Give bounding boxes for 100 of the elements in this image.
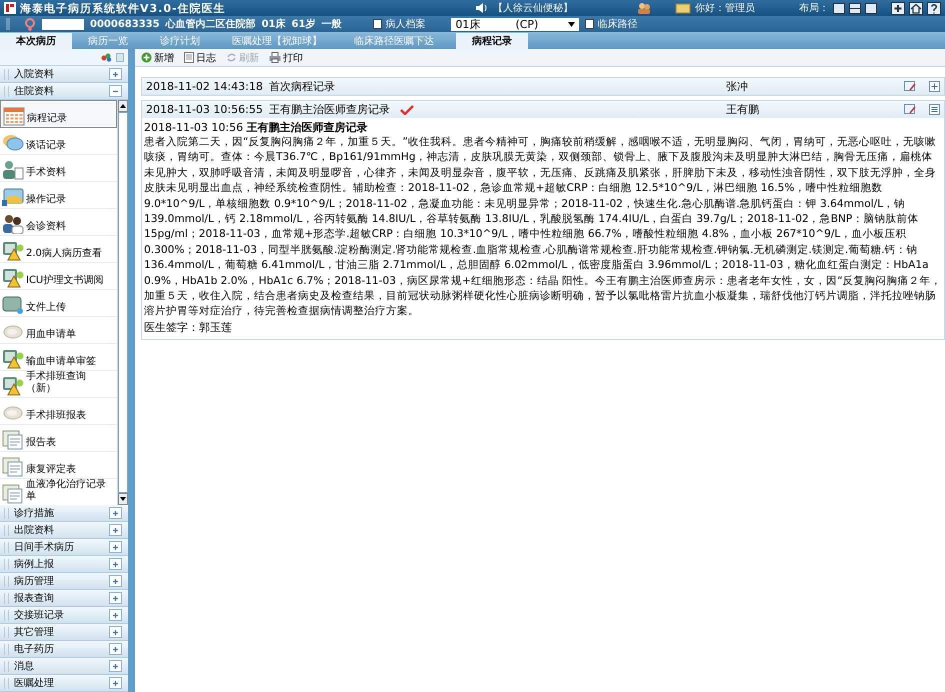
speaker-icon xyxy=(475,2,489,14)
expand-button[interactable] xyxy=(109,524,122,536)
record-doctor: 张冲 xyxy=(726,79,749,94)
section-header[interactable]: 其它管理 xyxy=(0,624,128,641)
nav-item[interactable]: 报告表 xyxy=(0,425,117,452)
nav-item[interactable]: 病程记录 xyxy=(0,100,117,128)
edit-icon[interactable] xyxy=(904,104,917,115)
expand-button[interactable] xyxy=(109,609,122,621)
home-icon[interactable] xyxy=(909,2,923,14)
section-header[interactable]: 日间手术病历 xyxy=(0,539,128,556)
collapse-icon[interactable] xyxy=(929,104,940,115)
section-header[interactable]: 电子药历 xyxy=(0,641,128,658)
folder-icon xyxy=(2,187,24,207)
expand-icon[interactable] xyxy=(929,81,940,92)
pathway-button[interactable]: 临床路径 xyxy=(585,17,638,31)
collapse-button[interactable] xyxy=(109,85,122,97)
section-header[interactable]: 出院资料 xyxy=(0,522,128,539)
plus-icon xyxy=(112,526,119,534)
users-icon xyxy=(637,2,651,14)
nav-item[interactable]: 手术资料 xyxy=(0,155,117,182)
patient-department: 心血管内二区住院部 xyxy=(166,17,256,31)
expand-button[interactable] xyxy=(109,575,122,587)
app-title: 海泰电子病历系统软件V3.0-住院医生 xyxy=(20,0,226,16)
nav-item[interactable]: 手术排班查询（新） xyxy=(0,371,117,398)
caret-icon xyxy=(568,22,576,26)
settings-icon[interactable] xyxy=(101,52,112,62)
medicine-kit-icon xyxy=(2,349,24,369)
section-header[interactable]: 交接班记录 xyxy=(0,607,128,624)
medical-kit-icon[interactable] xyxy=(891,2,905,14)
section-header[interactable]: 诊疗措施 xyxy=(0,505,128,522)
tab[interactable]: 病程记录 xyxy=(456,33,528,49)
layout-single-icon[interactable] xyxy=(833,2,845,14)
printer-icon xyxy=(269,52,281,63)
plus-icon xyxy=(112,646,119,652)
edit-icon[interactable] xyxy=(904,81,917,92)
toolbar-button[interactable]: 打印 xyxy=(269,50,303,64)
nav-item[interactable]: 文件上传 xyxy=(0,290,117,317)
record-doctor: 王有鹏 xyxy=(726,102,760,117)
record-heading: 2018-11-03 10:56 王有鹏主治医师查房记录 xyxy=(144,120,369,135)
nav-item[interactable]: ICU护理文书调阅 xyxy=(0,263,117,290)
monitor-icon xyxy=(2,295,24,315)
bed-select[interactable]: 01床 (CP) xyxy=(451,18,580,30)
section-label: 其它管理 xyxy=(14,626,55,639)
section-label: 病历管理 xyxy=(14,574,55,588)
scrollbar-thumb[interactable] xyxy=(118,112,128,493)
nav-item[interactable]: 操作记录 xyxy=(0,182,117,209)
plus-icon xyxy=(112,70,119,78)
nav-item[interactable]: 谈话记录 xyxy=(0,128,117,155)
plus-icon xyxy=(112,612,119,618)
layout-full-icon[interactable] xyxy=(865,2,877,14)
expand-button[interactable] xyxy=(109,677,122,689)
help-icon[interactable] xyxy=(927,2,941,14)
section-header[interactable]: 入院资料 xyxy=(0,66,128,83)
plus-icon xyxy=(112,628,119,636)
plus-icon xyxy=(112,594,119,602)
section-header[interactable]: 报表查询 xyxy=(0,590,128,607)
nav-item[interactable]: 2.0病人病历查看 xyxy=(0,236,117,263)
folder-icon xyxy=(675,2,691,14)
down-arrow-icon xyxy=(120,497,126,501)
section-label: 病例上报 xyxy=(14,558,55,571)
expand-button[interactable] xyxy=(109,660,122,672)
section-header[interactable]: 消息 xyxy=(0,658,128,675)
section-header[interactable]: 病历管理 xyxy=(0,573,128,590)
expand-button[interactable] xyxy=(109,592,122,604)
scroll-down-button[interactable] xyxy=(118,493,128,505)
patient-age: 61岁 xyxy=(292,18,316,31)
expand-button[interactable] xyxy=(109,558,122,570)
archive-button[interactable]: 病人档案 xyxy=(373,17,426,31)
record-header[interactable]: 2018-11-02 14:43:18 首次病程记录 张冲 xyxy=(142,78,944,95)
section-label: 入院资料 xyxy=(14,68,55,81)
expand-button[interactable] xyxy=(109,541,122,553)
expand-button[interactable] xyxy=(109,507,122,519)
layout-split-icon[interactable] xyxy=(849,2,861,14)
expand-button[interactable] xyxy=(109,626,122,638)
nav-item[interactable]: 手术排班报表 xyxy=(0,398,117,425)
section-label: 消息 xyxy=(14,660,35,673)
expand-button[interactable] xyxy=(109,643,122,655)
section-label: 住院资料 xyxy=(14,84,55,98)
nav-item[interactable]: 输血申请单审签 xyxy=(0,344,117,371)
greeting-text: 你好：管理员 xyxy=(695,2,755,15)
section-header[interactable]: 病例上报 xyxy=(0,556,128,573)
record-time: 2018-11-03 10:56:55 xyxy=(146,103,263,116)
document-icon xyxy=(373,19,382,29)
toolbar-button[interactable]: 新增 xyxy=(141,50,174,64)
expand-button[interactable] xyxy=(109,68,122,80)
nav-item[interactable]: 康复评定表 xyxy=(0,452,117,479)
nav-item[interactable]: 用血申请单 xyxy=(0,317,117,344)
toolbar-button[interactable]: 日志 xyxy=(184,50,216,64)
section-label: 诊疗措施 xyxy=(14,506,55,520)
section-header[interactable]: 住院资料 xyxy=(0,83,128,100)
nav-item[interactable]: 会诊资料 xyxy=(0,209,117,236)
section-label: 报表查询 xyxy=(14,592,55,605)
document-icon xyxy=(184,52,194,63)
section-header[interactable]: 医嘱处理 xyxy=(0,675,128,692)
record-header[interactable]: 2018-11-03 10:56:55 王有鹏主治医师查房记录 王有鹏 xyxy=(142,101,944,118)
scroll-up-button[interactable] xyxy=(118,100,128,112)
tab[interactable]: 本次病历 xyxy=(0,33,72,49)
section-label: 出院资料 xyxy=(14,524,55,537)
medicine-kit-icon xyxy=(2,268,24,288)
section-label: 交接班记录 xyxy=(14,608,65,622)
